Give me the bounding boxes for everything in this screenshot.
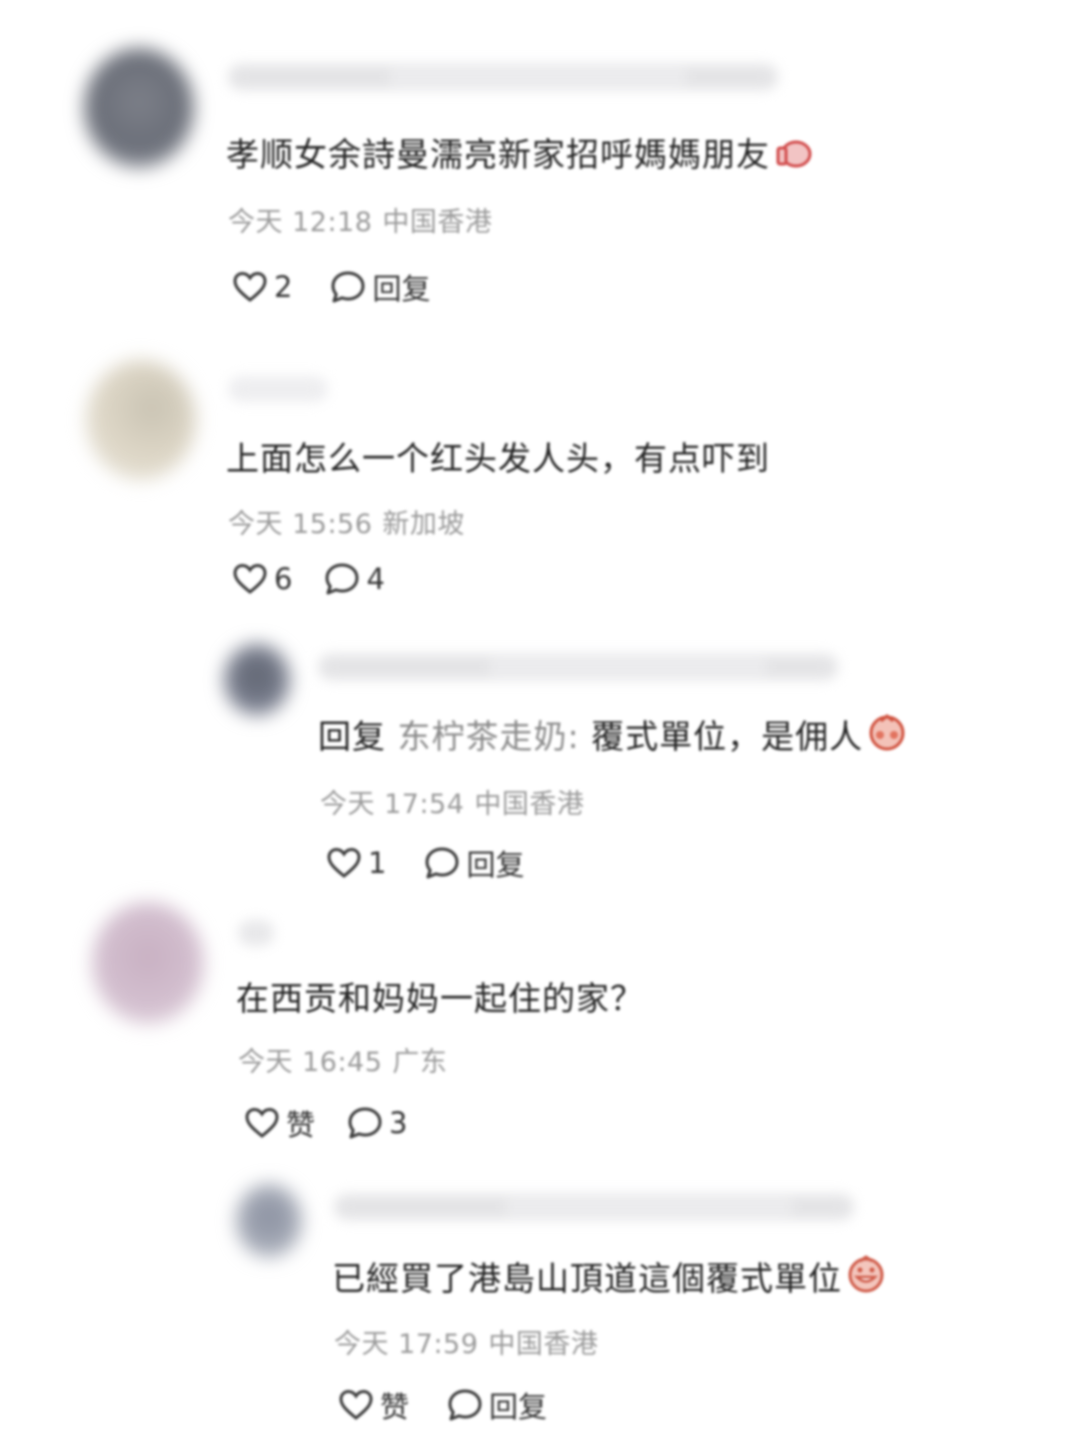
timestamp: 今天 16:45 xyxy=(238,1047,383,1078)
reply-label: 回复 xyxy=(372,272,431,306)
heart-outline-icon xyxy=(233,271,267,302)
reply-item: 回复 东柠茶走奶: 覆式單位，是佣人 今天 17:54 中国香港 1 回复 xyxy=(0,630,1080,900)
timestamp: 今天 17:54 xyxy=(320,789,465,820)
speech-bubble-outline-icon xyxy=(425,847,459,879)
avatar[interactable] xyxy=(84,48,194,168)
like-button[interactable]: 2 xyxy=(232,270,292,304)
comment-item: 上面怎么一个红头发人头，有点吓到 今天 15:56 新加坡 6 4 xyxy=(0,340,1080,630)
comment-meta: 今天 16:45 广东 xyxy=(238,1040,447,1079)
username[interactable] xyxy=(318,654,838,680)
reply-button[interactable]: 回复 xyxy=(447,1384,547,1426)
timestamp: 今天 17:59 xyxy=(334,1329,479,1360)
speech-bubble-outline-icon xyxy=(331,271,365,303)
avatar[interactable] xyxy=(224,644,290,716)
reply-button[interactable]: 回复 xyxy=(424,842,524,884)
like-count: 6 xyxy=(274,562,293,596)
timestamp: 今天 15:56 xyxy=(228,509,373,540)
avatar[interactable] xyxy=(86,360,196,480)
like-button[interactable]: 赞 xyxy=(244,1102,315,1144)
username[interactable] xyxy=(334,1194,854,1220)
like-count: 2 xyxy=(274,270,293,304)
speech-bubble-outline-icon xyxy=(448,1389,482,1421)
reply-label: 回复 xyxy=(466,848,525,882)
comment-meta: 今天 17:54 中国香港 xyxy=(320,782,584,821)
location: 中国香港 xyxy=(474,789,585,820)
heart-outline-icon xyxy=(327,847,361,878)
like-button[interactable]: 赞 xyxy=(338,1384,409,1426)
like-label: 赞 xyxy=(286,1108,316,1142)
comment-meta: 今天 12:18 中国香港 xyxy=(228,200,492,239)
comment-actions: 6 4 xyxy=(232,562,385,596)
username[interactable] xyxy=(238,920,274,946)
speech-bubble-outline-icon xyxy=(325,563,359,595)
comment-actions: 赞 回复 xyxy=(338,1384,547,1426)
location: 广东 xyxy=(392,1047,448,1078)
avatar[interactable] xyxy=(92,902,204,1024)
comment-body: 覆式單位，是佣人 xyxy=(591,717,864,756)
reply-button[interactable]: 4 xyxy=(324,562,385,596)
location: 中国香港 xyxy=(488,1329,599,1360)
comment-body: 上面怎么一个红头发人头，有点吓到 xyxy=(226,439,770,478)
heart-outline-icon xyxy=(245,1107,279,1138)
reply-count: 3 xyxy=(389,1106,408,1140)
grinning-face-emoji-icon xyxy=(846,1255,886,1301)
comment-meta: 今天 15:56 新加坡 xyxy=(228,502,465,541)
comment-item: 在西贡和妈妈一起住的家？ 今天 16:45 广东 赞 3 xyxy=(0,890,1080,1170)
like-count: 1 xyxy=(368,846,387,880)
comment-text: 已經買了港島山頂道這個覆式單位 xyxy=(332,1252,886,1301)
avatar[interactable] xyxy=(236,1184,302,1258)
thumbs-up-emoji-icon xyxy=(774,135,812,177)
username[interactable] xyxy=(228,64,778,90)
mention-link[interactable]: 东柠茶走奶: xyxy=(398,717,580,756)
comment-body: 孝顺女余詩曼濡亮新家招呼媽媽朋友 xyxy=(226,135,770,174)
comment-actions: 赞 3 xyxy=(244,1102,407,1144)
blushing-face-emoji-icon xyxy=(867,713,907,759)
comment-actions: 1 回复 xyxy=(326,842,524,884)
comment-text: 在西贡和妈妈一起住的家？ xyxy=(236,972,644,1020)
heart-outline-icon xyxy=(339,1389,373,1420)
reply-item: 已經買了港島山頂道這個覆式單位 今天 17:59 中国香港 赞 回复 xyxy=(0,1170,1080,1440)
location: 中国香港 xyxy=(382,207,493,238)
username[interactable] xyxy=(228,376,328,402)
timestamp: 今天 12:18 xyxy=(228,207,373,238)
reply-button[interactable]: 3 xyxy=(347,1106,407,1140)
comment-actions: 2 回复 xyxy=(232,266,430,308)
location: 新加坡 xyxy=(382,509,465,540)
reply-count: 4 xyxy=(366,562,385,596)
reply-button[interactable]: 回复 xyxy=(330,266,430,308)
reply-label: 回复 xyxy=(489,1390,548,1424)
comment-text: 回复 东柠茶走奶: 覆式單位，是佣人 xyxy=(318,710,907,759)
like-button[interactable]: 6 xyxy=(232,562,292,596)
heart-outline-icon xyxy=(233,563,267,594)
like-label: 赞 xyxy=(380,1390,410,1424)
comment-text: 上面怎么一个红头发人头，有点吓到 xyxy=(226,432,770,480)
comment-body: 在西贡和妈妈一起住的家？ xyxy=(236,979,644,1018)
comment-item: 孝顺女余詩曼濡亮新家招呼媽媽朋友 今天 12:18 中国香港 2 回复 xyxy=(0,0,1080,330)
comment-body: 已經買了港島山頂道這個覆式單位 xyxy=(332,1259,842,1298)
speech-bubble-outline-icon xyxy=(348,1107,382,1139)
reply-prefix: 回复 xyxy=(318,717,386,756)
comment-meta: 今天 17:59 中国香港 xyxy=(334,1322,598,1361)
comment-list: 孝顺女余詩曼濡亮新家招呼媽媽朋友 今天 12:18 中国香港 2 回复 上面怎么一… xyxy=(0,0,1080,1440)
like-button[interactable]: 1 xyxy=(326,846,386,880)
comment-text: 孝顺女余詩曼濡亮新家招呼媽媽朋友 xyxy=(226,128,812,177)
